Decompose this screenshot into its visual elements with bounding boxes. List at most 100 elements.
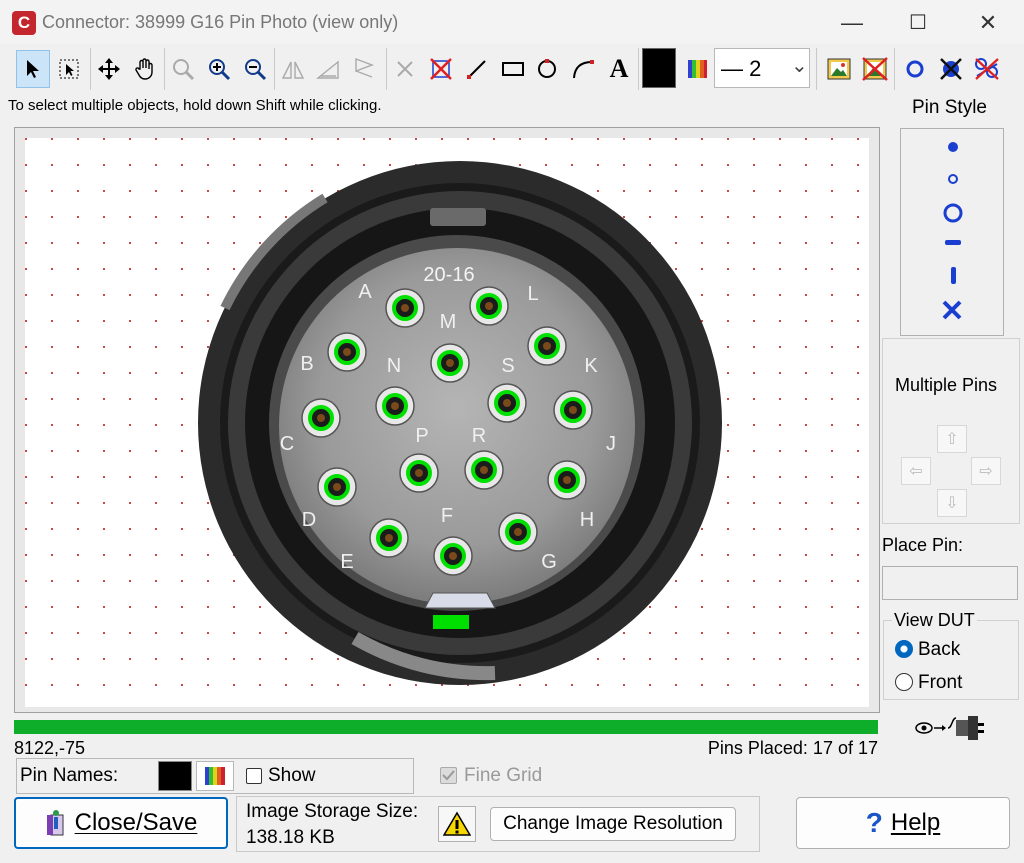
change-image-resolution-button[interactable]: Change Image Resolution: [490, 807, 736, 841]
select-box-tool[interactable]: [52, 50, 86, 88]
zoom-in-icon: [209, 59, 231, 81]
pin-style-list: [900, 128, 1004, 336]
arrow-down-icon: ⇩: [945, 495, 959, 512]
warning-button[interactable]: [438, 806, 476, 842]
close-window-button[interactable]: ✕: [968, 6, 1008, 40]
toolbar-separator: [90, 48, 91, 90]
pin-contact-core: [446, 359, 454, 367]
select-box-icon: [59, 59, 79, 79]
load-image-button[interactable]: [822, 50, 856, 88]
minimize-button[interactable]: —: [832, 6, 872, 40]
place-pin-field[interactable]: [882, 566, 1018, 600]
place-pin-tool[interactable]: [898, 50, 932, 88]
multi-pin-right-button[interactable]: ⇨: [971, 457, 1001, 485]
flip-vertical-button[interactable]: [312, 50, 346, 88]
multi-pin-left-button[interactable]: ⇦: [901, 457, 931, 485]
view-back-radio[interactable]: [895, 640, 913, 658]
hand-icon: [135, 58, 153, 80]
remove-image-button[interactable]: [858, 50, 892, 88]
show-label: Show: [268, 765, 316, 786]
pin-contact-core: [317, 414, 325, 422]
change-resolution-label: Change Image Resolution: [503, 813, 723, 834]
pin-contact-core: [333, 483, 341, 491]
flip-vertical-icon: [316, 60, 339, 79]
circle-tool[interactable]: [530, 50, 564, 88]
arc-icon: [573, 60, 594, 79]
polarization-key-marker: [433, 615, 469, 629]
text-tool[interactable]: A: [602, 50, 636, 88]
pins-placed-count: Pins Placed: 17 of 17: [707, 738, 878, 758]
connector-photo: 20-16 A L M B N S K C P R J D F H E G: [198, 161, 722, 685]
fine-grid-checkbox[interactable]: [440, 767, 457, 784]
multi-pin-up-button[interactable]: ⇧: [937, 425, 967, 453]
pin-letter-label: S: [501, 355, 514, 377]
drawing-color-swatch[interactable]: [642, 48, 676, 88]
delete-all-pins-button[interactable]: [970, 50, 1004, 88]
line-tool[interactable]: [460, 50, 494, 88]
flip-horizontal-button[interactable]: [276, 50, 310, 88]
rectangle-tool[interactable]: [496, 50, 530, 88]
pin-style-horizontal-bar-icon[interactable]: [942, 235, 964, 249]
pin-names-label: Pin Names:: [20, 765, 119, 786]
delete-all-drawings-button[interactable]: [424, 50, 458, 88]
delete-button[interactable]: [388, 50, 422, 88]
zoom-in-button[interactable]: [202, 50, 236, 88]
toolbar-separator: [894, 48, 895, 90]
circle-icon: [538, 59, 556, 78]
select-arrow-tool[interactable]: [16, 50, 50, 88]
pin-names-color-swatch[interactable]: [158, 761, 192, 791]
pin-contact-core: [563, 476, 571, 484]
arrow-right-icon: ⇨: [979, 463, 993, 480]
storage-size-label: Image Storage Size:: [246, 801, 419, 822]
window-title: Connector: 38999 G16 Pin Photo (view onl…: [42, 12, 399, 32]
arc-tool[interactable]: [566, 50, 600, 88]
line-width-select[interactable]: — 2 ⌄: [714, 48, 810, 88]
cursor-coordinates: 8122,-75: [14, 738, 86, 758]
view-front-label: Front: [918, 672, 963, 693]
delete-x-icon: [397, 61, 413, 77]
pin-letter-label: K: [584, 355, 598, 377]
toolbar-separator: [638, 48, 639, 90]
toolbar-separator: [164, 48, 165, 90]
warning-icon: [443, 811, 471, 836]
pin-contact-core: [401, 304, 409, 312]
pin-contact-core: [543, 342, 551, 350]
color-palette-icon: [205, 767, 225, 785]
delete-drawings-icon: [430, 58, 452, 80]
pin-style-small-dot-icon[interactable]: [947, 141, 959, 153]
zoom-out-icon: [245, 59, 267, 81]
pan-hand-tool[interactable]: [128, 50, 162, 88]
pin-names-palette-button[interactable]: [196, 761, 234, 791]
view-front-radio[interactable]: [895, 673, 913, 691]
text-a-icon: A: [609, 54, 629, 83]
move-tool[interactable]: [92, 50, 126, 88]
multi-pin-down-button[interactable]: ⇩: [937, 489, 967, 517]
arrow-left-icon: ⇦: [909, 463, 923, 480]
delete-pin-tool[interactable]: [934, 50, 968, 88]
zoom-tool[interactable]: [166, 50, 200, 88]
rectangle-icon: [502, 62, 524, 76]
pin-style-small-ring-icon[interactable]: [947, 173, 959, 185]
toolbar-separator: [816, 48, 817, 90]
show-pin-names-checkbox[interactable]: [246, 768, 262, 784]
zoom-out-button[interactable]: [238, 50, 272, 88]
maximize-button[interactable]: ☐: [898, 6, 938, 40]
pin-style-x-icon[interactable]: [941, 299, 963, 321]
help-question-icon: ?: [865, 807, 883, 838]
help-button[interactable]: ? Help: [796, 797, 1010, 849]
pin-contact-core: [415, 469, 423, 477]
close-save-button[interactable]: Close/Save: [14, 797, 228, 849]
chevron-down-icon: ⌄: [791, 55, 808, 77]
pin-letter-label: D: [302, 509, 316, 531]
pin-circle-icon: [906, 60, 924, 78]
pin-letter-label: A: [358, 281, 372, 303]
rotate-button[interactable]: [348, 50, 382, 88]
pin-contact-core: [485, 302, 493, 310]
remove-image-icon: [862, 57, 888, 81]
color-palette-button[interactable]: [680, 50, 714, 88]
arrow-up-icon: ⇧: [945, 431, 959, 448]
photo-canvas[interactable]: 20-16 A L M B N S K C P R J D F H E G: [25, 138, 869, 707]
pin-style-vertical-bar-icon[interactable]: [947, 265, 959, 287]
pin-style-large-ring-icon[interactable]: [942, 202, 964, 224]
close-save-label: Close/Save: [74, 809, 198, 836]
